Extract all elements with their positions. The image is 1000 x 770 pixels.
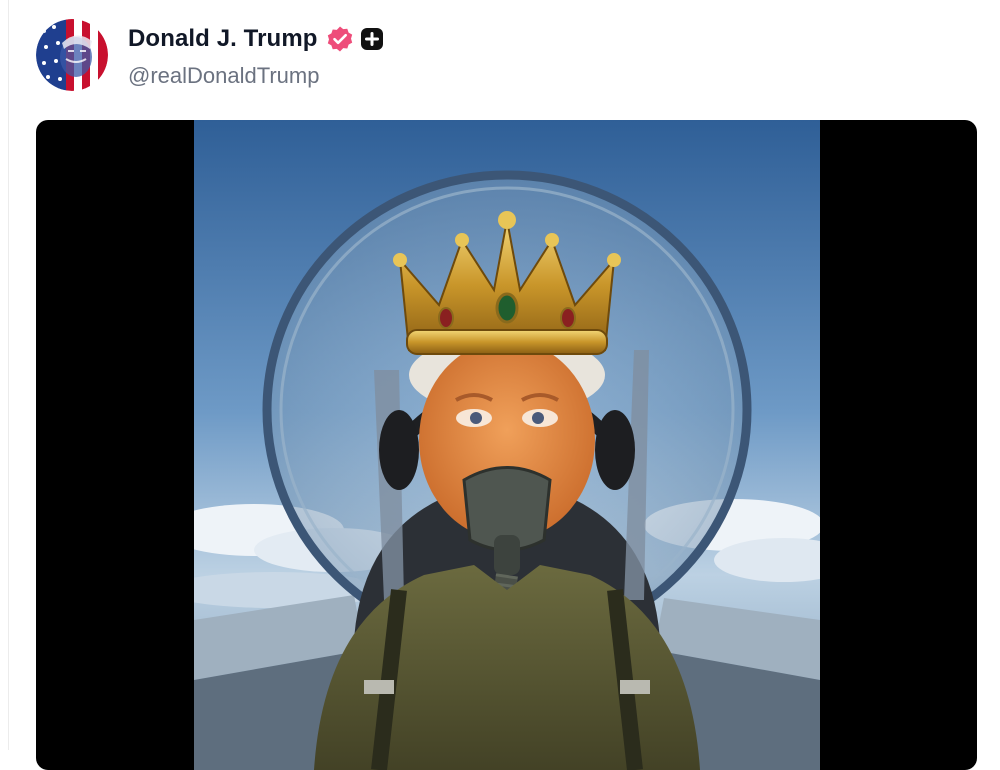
post-image [194, 120, 820, 770]
user-handle[interactable]: @realDonaldTrump [128, 63, 384, 89]
avatar[interactable] [36, 19, 108, 91]
plus-icon[interactable] [360, 27, 384, 51]
avatar-image [36, 19, 108, 91]
post-media[interactable] [36, 120, 977, 770]
display-name[interactable]: Donald J. Trump [128, 25, 318, 53]
post-header: Donald J. Trump @realDonaldTrump [36, 18, 384, 92]
feed-divider [8, 0, 9, 750]
verified-badge-icon [326, 25, 354, 53]
name-row: Donald J. Trump [128, 21, 384, 57]
user-block: Donald J. Trump @realDonaldTrump [128, 21, 384, 89]
